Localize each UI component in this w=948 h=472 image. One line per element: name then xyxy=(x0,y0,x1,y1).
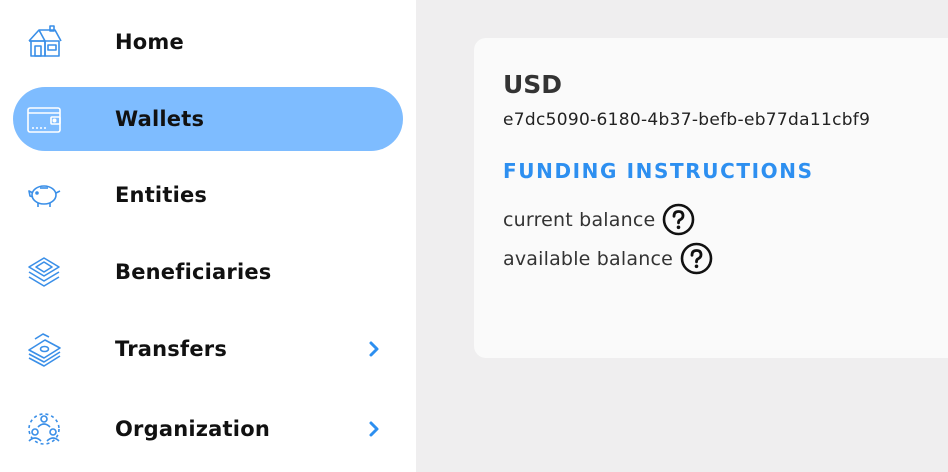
available-balance-label: available balance xyxy=(503,247,674,270)
sidebar-item-wallets[interactable]: Wallets xyxy=(13,87,403,151)
sidebar-item-label: Organization xyxy=(115,417,270,441)
piggy-bank-icon xyxy=(25,176,63,214)
main-content: USD e7dc5090-6180-4b37-befb-eb77da11cbf9… xyxy=(416,0,948,472)
sidebar-item-home[interactable]: Home xyxy=(13,10,403,74)
help-icon[interactable] xyxy=(680,242,713,275)
wallet-icon xyxy=(25,100,63,138)
sidebar-item-label: Home xyxy=(115,30,184,54)
current-balance-row: current balance xyxy=(503,203,695,236)
wallet-card: USD e7dc5090-6180-4b37-befb-eb77da11cbf9… xyxy=(474,38,948,358)
layers-icon xyxy=(25,253,63,291)
house-icon xyxy=(25,23,63,61)
current-balance-label: current balance xyxy=(503,208,656,231)
help-icon[interactable] xyxy=(662,203,695,236)
available-balance-row: available balance xyxy=(503,242,713,275)
sidebar-item-transfers[interactable]: Transfers xyxy=(13,317,403,381)
wallet-currency: USD xyxy=(503,70,563,99)
sidebar-item-label: Entities xyxy=(115,183,208,207)
sidebar-item-label: Transfers xyxy=(115,337,228,361)
money-stack-icon xyxy=(25,330,63,368)
funding-instructions-link[interactable]: FUNDING INSTRUCTIONS xyxy=(503,159,814,183)
chevron-right-icon[interactable] xyxy=(363,418,385,440)
sidebar-item-organization[interactable]: Organization xyxy=(13,397,403,461)
sidebar-item-entities[interactable]: Entities xyxy=(13,163,403,227)
people-group-icon xyxy=(25,410,63,448)
sidebar-item-beneficiaries[interactable]: Beneficiaries xyxy=(13,240,403,304)
wallet-id: e7dc5090-6180-4b37-befb-eb77da11cbf9 xyxy=(503,110,871,130)
sidebar-item-label: Wallets xyxy=(115,107,205,131)
chevron-right-icon[interactable] xyxy=(363,338,385,360)
sidebar: Home Wallets Entities Beneficiaries Tran… xyxy=(0,0,416,472)
sidebar-item-label: Beneficiaries xyxy=(115,260,272,284)
